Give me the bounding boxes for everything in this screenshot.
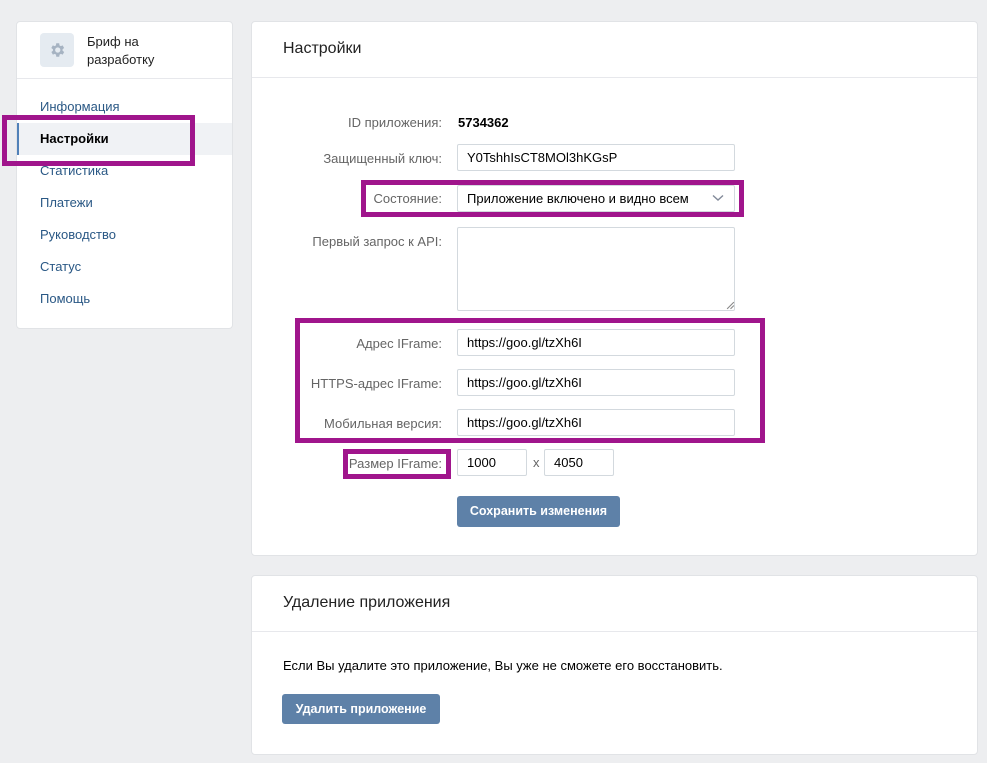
- mobile-version-field[interactable]: https://goo.gl/tzXh6I: [457, 409, 735, 436]
- https-iframe-field[interactable]: https://goo.gl/tzXh6I: [457, 369, 735, 396]
- secret-key-field[interactable]: Y0TshhIsCT8MOl3hKGsP: [457, 144, 735, 171]
- page-title: Настройки: [283, 40, 362, 57]
- app-title: Бриф на разработку: [87, 34, 155, 67]
- state-label: Состояние:: [373, 191, 442, 206]
- sidebar-item-statistics[interactable]: Статистика: [17, 155, 232, 187]
- sidebar-item-status[interactable]: Статус: [17, 251, 232, 283]
- delete-panel: Удаление приложения Если Вы удалите это …: [251, 575, 978, 755]
- delete-header: Удаление приложения: [252, 576, 977, 632]
- app-id-label: ID приложения:: [348, 115, 442, 130]
- first-api-textarea[interactable]: [457, 227, 735, 311]
- iframe-address-label: Адрес IFrame:: [356, 336, 442, 351]
- app-header: Бриф на разработку: [17, 22, 232, 79]
- delete-title: Удаление приложения: [283, 594, 451, 611]
- iframe-address-field[interactable]: https://goo.gl/tzXh6I: [457, 329, 735, 356]
- state-select[interactable]: Приложение включено и видно всем: [457, 185, 735, 212]
- secret-key-label: Защищенный ключ:: [323, 151, 442, 166]
- settings-header: Настройки: [252, 22, 977, 78]
- sidebar-nav: Информация Настройки Статистика Платежи …: [17, 91, 232, 315]
- chevron-down-icon: [712, 194, 724, 201]
- sidebar-item-settings[interactable]: Настройки: [17, 123, 232, 155]
- sidebar-item-guide[interactable]: Руководство: [17, 219, 232, 251]
- iframe-size-label: Размер IFrame:: [348, 456, 442, 471]
- first-api-label: Первый запрос к API:: [312, 234, 442, 249]
- https-iframe-label: HTTPS-адрес IFrame:: [310, 376, 442, 391]
- save-button[interactable]: Сохранить изменения: [457, 496, 620, 527]
- state-select-value: Приложение включено и видно всем: [467, 191, 689, 206]
- size-separator: x: [533, 455, 540, 470]
- gear-icon: [40, 33, 74, 67]
- settings-panel: Настройки ID приложения: 5734362 Защищен…: [251, 21, 978, 556]
- mobile-version-label: Мобильная версия:: [324, 416, 442, 431]
- iframe-width-field[interactable]: 1000: [457, 449, 527, 476]
- resize-grip-icon[interactable]: [726, 301, 735, 310]
- sidebar: Бриф на разработку Информация Настройки …: [16, 21, 233, 329]
- iframe-height-field[interactable]: 4050: [544, 449, 614, 476]
- sidebar-item-help[interactable]: Помощь: [17, 283, 232, 315]
- app-id-value: 5734362: [458, 115, 509, 130]
- sidebar-item-payments[interactable]: Платежи: [17, 187, 232, 219]
- sidebar-item-info[interactable]: Информация: [17, 91, 232, 123]
- delete-warning: Если Вы удалите это приложение, Вы уже н…: [283, 658, 723, 673]
- delete-app-button[interactable]: Удалить приложение: [282, 694, 440, 724]
